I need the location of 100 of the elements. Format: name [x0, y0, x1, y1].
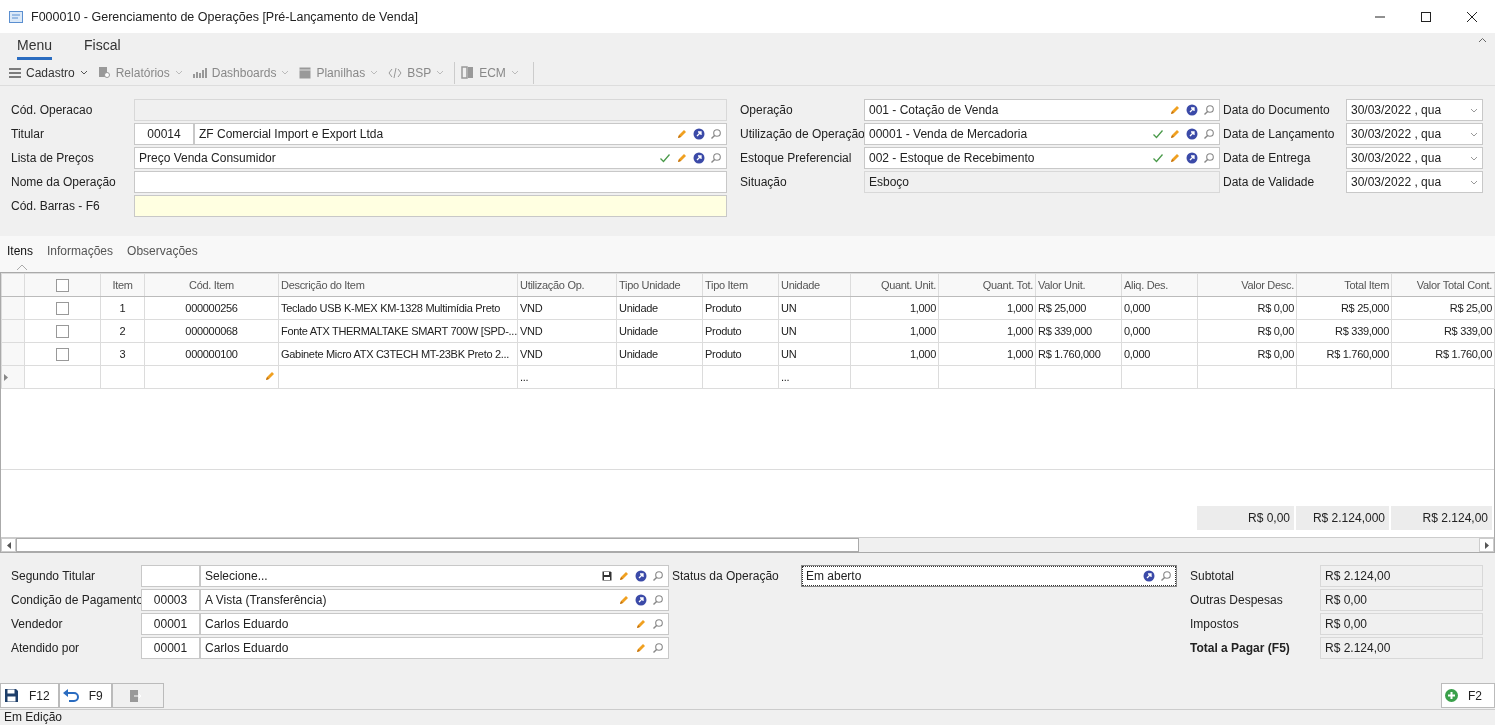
- lookup-field[interactable]: Em aberto: [801, 565, 1177, 587]
- search-icon[interactable]: [1203, 152, 1215, 164]
- scroll-right-icon[interactable]: [1479, 538, 1494, 552]
- lookup-field[interactable]: Preço Venda Consumidor: [134, 147, 727, 169]
- code-field[interactable]: [141, 565, 200, 587]
- lookup-field[interactable]: 001 - Cotação de Venda: [864, 99, 1220, 121]
- column-header[interactable]: Item: [100, 273, 145, 297]
- table-cell: R$ 25,00: [1391, 296, 1495, 320]
- pencil-icon[interactable]: [1169, 128, 1181, 140]
- summary-label: Total a Pagar (F5): [1190, 641, 1291, 655]
- column-header[interactable]: Tipo Unidade: [616, 273, 703, 297]
- bar-chart-icon: [192, 66, 207, 79]
- detail-tab[interactable]: Itens: [7, 244, 33, 272]
- row-checkbox[interactable]: [56, 301, 69, 315]
- column-header[interactable]: Cód. Item: [144, 273, 279, 297]
- column-header[interactable]: Total Item: [1296, 273, 1392, 297]
- toolbar-menu-button[interactable]: Cadastro: [9, 65, 92, 80]
- date-dropdown[interactable]: 30/03/2022 , qua: [1346, 171, 1483, 193]
- arrow-circle-icon[interactable]: [1186, 128, 1198, 140]
- column-header[interactable]: Descrição do Item: [278, 273, 518, 297]
- lookup-field[interactable]: Carlos Eduardo: [200, 613, 669, 635]
- column-header[interactable]: Valor Total Cont.: [1391, 273, 1495, 297]
- detail-tab[interactable]: Informações: [47, 244, 114, 272]
- search-icon[interactable]: [1160, 570, 1172, 582]
- pencil-icon[interactable]: [635, 642, 647, 654]
- table-cell: 1,000: [938, 296, 1036, 320]
- table-cell: 1,000: [850, 342, 939, 366]
- ribbon-tab[interactable]: Menu: [17, 37, 53, 60]
- date-dropdown[interactable]: 30/03/2022 , qua: [1346, 147, 1483, 169]
- search-icon[interactable]: [710, 152, 722, 164]
- search-icon[interactable]: [652, 618, 664, 630]
- column-header[interactable]: Quant. Tot.: [938, 273, 1036, 297]
- lookup-field[interactable]: 002 - Estoque de Recebimento: [864, 147, 1220, 169]
- arrow-circle-icon[interactable]: [1143, 570, 1155, 582]
- pencil-icon[interactable]: [676, 152, 688, 164]
- column-header[interactable]: Quant. Unit.: [850, 273, 939, 297]
- column-header[interactable]: Aliq. Des.: [1121, 273, 1198, 297]
- pencil-icon[interactable]: [635, 618, 647, 630]
- search-icon[interactable]: [652, 642, 664, 654]
- undo-button[interactable]: F9: [58, 683, 112, 708]
- scroll-left-icon[interactable]: [1, 538, 16, 552]
- arrow-circle-icon[interactable]: [1186, 104, 1198, 116]
- lookup-field[interactable]: Carlos Eduardo: [200, 637, 669, 659]
- code-icon: [388, 67, 403, 78]
- table-cell: Produto: [702, 296, 779, 320]
- arrow-circle-icon[interactable]: [693, 152, 705, 164]
- code-field[interactable]: 00003: [141, 589, 200, 611]
- lookup-field[interactable]: ZF Comercial Import e Export Ltda: [194, 123, 727, 145]
- field-label: Status da Operação: [672, 569, 780, 583]
- column-header[interactable]: Valor Desc.: [1197, 273, 1297, 297]
- table-cell: VND: [517, 296, 617, 320]
- barcode-input-field[interactable]: [134, 195, 727, 217]
- field-label: Segundo Titular: [11, 569, 97, 583]
- maximize-icon[interactable]: [1421, 11, 1431, 22]
- pencil-icon[interactable]: [1169, 152, 1181, 164]
- code-field[interactable]: 00014: [134, 123, 194, 145]
- search-icon[interactable]: [1203, 104, 1215, 116]
- scrollbar-thumb[interactable]: [16, 538, 859, 552]
- arrow-circle-icon[interactable]: [693, 128, 705, 140]
- status-bar-text: Em Edição: [0, 709, 1495, 725]
- row-checkbox[interactable]: [56, 347, 69, 361]
- lookup-field[interactable]: A Vista (Transferência): [200, 589, 669, 611]
- pencil-icon[interactable]: [264, 370, 276, 382]
- column-header[interactable]: Valor Unit.: [1035, 273, 1122, 297]
- lookup-field[interactable]: Selecione...: [200, 565, 669, 587]
- close-icon[interactable]: [1467, 11, 1477, 22]
- select-all-checkbox[interactable]: [56, 278, 69, 292]
- code-field[interactable]: 00001: [141, 613, 200, 635]
- window-title: F000010 - Gerenciamento de Operações [Pré-Lançamento de Venda]: [31, 9, 420, 24]
- search-icon[interactable]: [1203, 128, 1215, 140]
- code-field[interactable]: 00001: [141, 637, 200, 659]
- collapse-ribbon-icon[interactable]: [1478, 37, 1487, 43]
- column-header[interactable]: Unidade: [778, 273, 851, 297]
- table-cell: Teclado USB K-MEX KM-1328 Multimídia Preto: [278, 296, 518, 320]
- pencil-icon[interactable]: [618, 594, 630, 606]
- row-checkbox[interactable]: [56, 324, 69, 338]
- add-button[interactable]: F2: [1441, 683, 1495, 708]
- ribbon-tab[interactable]: Fiscal: [84, 37, 121, 60]
- field-label: Situação: [740, 175, 788, 189]
- date-dropdown[interactable]: 30/03/2022 , qua: [1346, 99, 1483, 121]
- save-button[interactable]: F12: [0, 683, 59, 708]
- chevron-down-icon: [370, 70, 379, 75]
- arrow-circle-icon[interactable]: [635, 594, 647, 606]
- arrow-circle-icon[interactable]: [1186, 152, 1198, 164]
- detail-tab[interactable]: Observações: [127, 244, 198, 272]
- text-input-field[interactable]: [134, 171, 727, 193]
- pencil-icon[interactable]: [618, 570, 630, 582]
- pencil-icon[interactable]: [676, 128, 688, 140]
- date-dropdown[interactable]: 30/03/2022 , qua: [1346, 123, 1483, 145]
- column-header[interactable]: Utilização Op.: [517, 273, 617, 297]
- pencil-icon[interactable]: [1169, 104, 1181, 116]
- search-icon[interactable]: [652, 594, 664, 606]
- tab-pointer-icon: [17, 264, 27, 270]
- search-icon[interactable]: [710, 128, 722, 140]
- table-cell: R$ 0,00: [1197, 296, 1297, 320]
- arrow-circle-icon[interactable]: [635, 570, 647, 582]
- lookup-field[interactable]: 00001 - Venda de Mercadoria: [864, 123, 1220, 145]
- column-header[interactable]: Tipo Item: [702, 273, 779, 297]
- search-icon[interactable]: [652, 570, 664, 582]
- table-cell: UN: [778, 296, 851, 320]
